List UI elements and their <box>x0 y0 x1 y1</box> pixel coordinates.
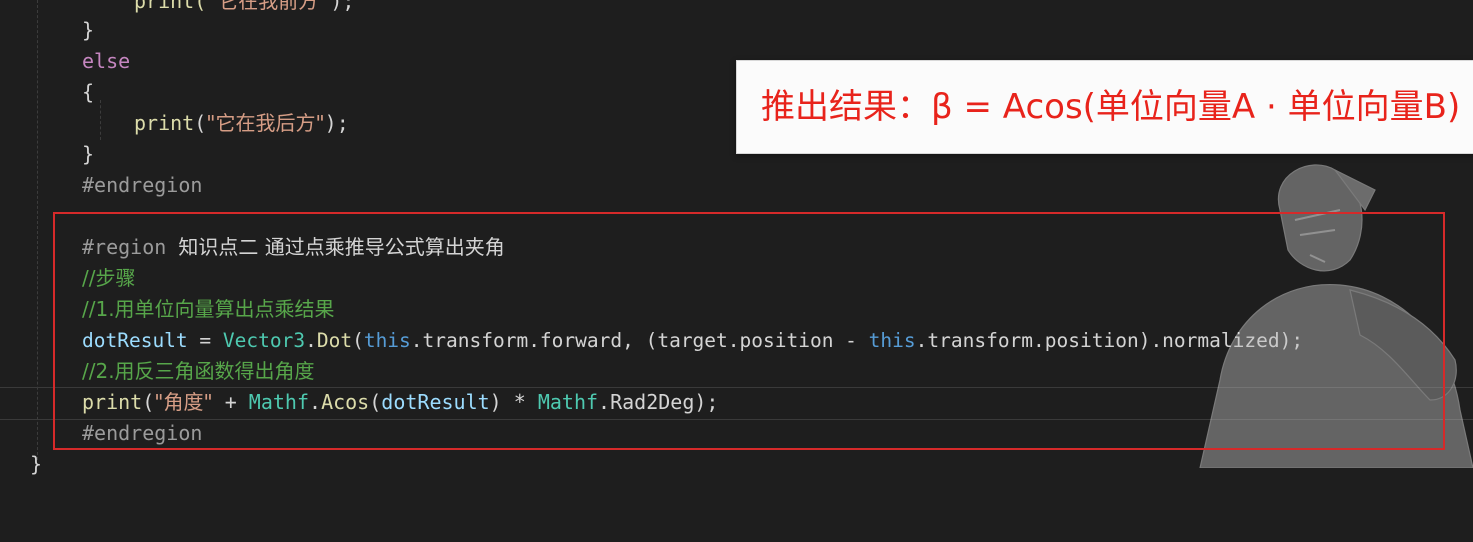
character-illustration-svg <box>1199 164 1473 468</box>
region-title: 知识点二 通过点乘推导公式算出夹角 <box>178 235 505 259</box>
code-token: "); <box>318 0 355 13</box>
code-token: else <box>82 49 131 73</box>
code-token: ( <box>352 329 364 352</box>
code-token: #endregion <box>82 421 203 445</box>
code-token: "角度" <box>154 390 213 414</box>
result-banner: 推出结果：β = Acos(单位向量A · 单位向量B) <box>736 60 1473 154</box>
code-token: "它在我后方" <box>206 111 325 135</box>
code-token: this <box>363 329 411 352</box>
code-token: Acos <box>321 390 370 414</box>
code-token: + <box>212 390 249 414</box>
code-token: = <box>187 329 223 352</box>
code-token: Dot <box>316 329 353 352</box>
code-token: } <box>30 452 43 476</box>
code-token: print(" <box>134 0 219 13</box>
code-token: 它在我前方 <box>218 0 319 13</box>
code-token: ( <box>369 390 382 414</box>
code-comment: //步骤 <box>82 266 136 290</box>
code-comment: //2.用反三角函数得出角度 <box>82 359 315 383</box>
code-token: . <box>305 329 317 352</box>
code-token: #region <box>82 235 167 259</box>
code-comment: //1.用单位向量算出点乘结果 <box>82 297 335 321</box>
code-token: ) * <box>489 390 538 414</box>
code-token: .Rad2Deg); <box>598 390 719 414</box>
banner-text: 推出结果：β = Acos(单位向量A · 单位向量B) <box>761 87 1461 127</box>
code-token: ); <box>324 111 349 135</box>
code-token: .transform.forward, (target.position - <box>410 329 869 352</box>
code-token: Mathf <box>248 390 310 414</box>
code-token: } <box>82 18 95 42</box>
code-token: dotResult <box>82 329 188 352</box>
code-token: this <box>868 329 916 352</box>
code-token: #endregion <box>82 173 203 197</box>
code-token: . <box>309 390 322 414</box>
code-token: ( <box>194 111 207 135</box>
code-token: Mathf <box>537 390 599 414</box>
code-token: print <box>82 390 143 414</box>
code-token: Vector3 <box>222 329 306 352</box>
code-token: print <box>134 111 195 135</box>
code-line[interactable]: } <box>0 15 1473 46</box>
code-token: ( <box>142 390 155 414</box>
code-token: { <box>82 80 95 104</box>
character-illustration <box>1160 150 1473 468</box>
code-token: dotResult <box>381 390 490 414</box>
code-token: } <box>82 142 95 166</box>
